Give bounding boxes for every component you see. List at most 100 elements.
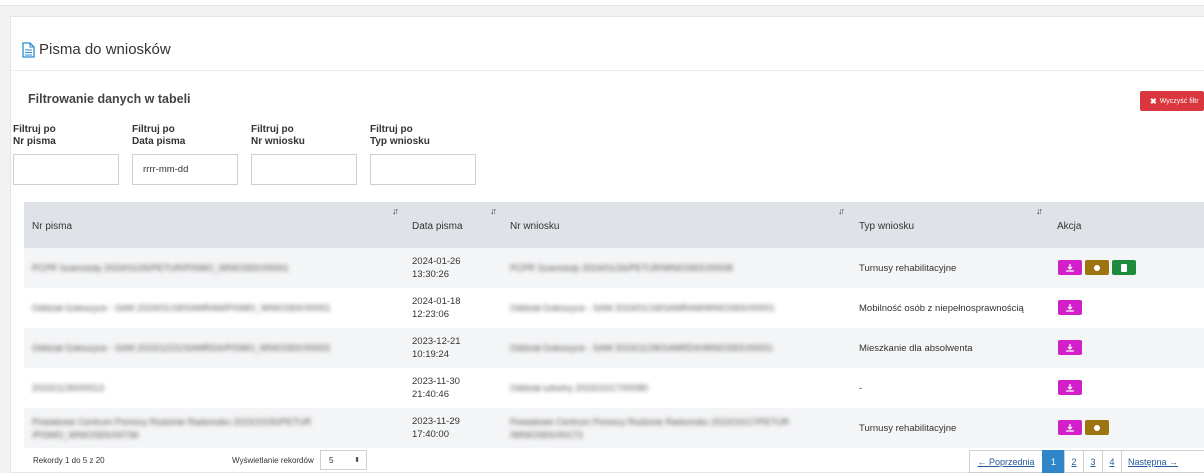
nr-wniosku-cell: Powiatowe Centrum Pomocy Rodzinie Radoms… (510, 416, 789, 442)
download-button[interactable] (1058, 300, 1082, 315)
letters-table: Nr pisma ↓↑ Data pisma ↓↑ Nr wniosku ↓↑ … (24, 202, 1204, 448)
nr-pisma-cell: Oddział Gołoszyce - SAM 2023/12/21/SAMRD… (32, 343, 330, 353)
close-icon: ✖ (1150, 96, 1157, 106)
date-value: 2023-11-29 (412, 416, 460, 427)
typ-wniosku-filter-input[interactable] (370, 154, 476, 185)
typ-wniosku-cell: Turnusy rehabilitacyjne (859, 263, 957, 274)
filter-label-line1: Filtruj po (13, 124, 56, 135)
table-row: PCPR Szamotuły 2024/01/26/PETUR/PISMO_WN… (24, 248, 1204, 288)
date-value: 2024-01-18 (412, 296, 461, 307)
sort-icon[interactable]: ↓↑ (1036, 206, 1043, 216)
nr-pisma-cell: Oddział Gołoszyce - SAM 2024/01/18/SAMRA… (32, 303, 331, 313)
filter-data-pisma: Filtruj po Data pisma rrrr-mm-dd (132, 124, 238, 185)
sort-icon[interactable]: ↓↑ (392, 206, 399, 216)
date-cell: 2023-12-21 10:19:24 (412, 335, 461, 361)
clear-filter-button[interactable]: ✖ Wyczyść filtr (1140, 91, 1204, 111)
nr-pisma-cell: 2023/11/30/00013 (32, 383, 104, 393)
per-page-value: 5 (329, 455, 334, 465)
time-value: 13:30:26 (412, 269, 449, 280)
filter-typ-wniosku: Filtruj po Typ wniosku (370, 124, 476, 185)
time-value: 17:40:00 (412, 429, 449, 440)
filter-nr-wniosku: Filtruj po Nr wniosku (251, 124, 357, 185)
typ-wniosku-cell: Mieszkanie dla absolwenta (859, 343, 973, 354)
status-button[interactable] (1085, 420, 1109, 435)
page-link-2[interactable]: 2 (1064, 450, 1083, 473)
column-header-data-pisma[interactable]: Data pisma (412, 221, 463, 232)
typ-wniosku-cell: Turnusy rehabilitacyjne (859, 423, 957, 434)
download-icon (1066, 303, 1074, 312)
date-cell: 2024-01-18 12:23:06 (412, 295, 461, 321)
download-icon (1066, 383, 1074, 392)
nr-wniosku-cell: Oddział szkolny 2023/10/17/00080 (510, 383, 649, 393)
pagination: ← Poprzednia 1 2 3 4 Następna → (969, 450, 1204, 473)
date-cell: 2023-11-30 21:40:46 (412, 375, 460, 401)
divider (11, 70, 1204, 71)
column-header-nr-wniosku[interactable]: Nr wniosku (510, 221, 559, 232)
filter-label-line2: Data pisma (132, 136, 186, 147)
nr-pisma-line1: Powiatowe Centrum Pomocy Rodzinie Radoms… (32, 417, 312, 427)
top-bar (0, 0, 1204, 6)
download-button[interactable] (1058, 340, 1082, 355)
nr-pisma-cell: Powiatowe Centrum Pomocy Rodzinie Radoms… (32, 416, 311, 442)
filter-label-line1: Filtruj po (370, 124, 413, 135)
next-page-link[interactable]: Następna → (1121, 450, 1204, 473)
date-value: 2023-12-21 (412, 336, 461, 347)
table-row: Oddział Gołoszyce - SAM 2024/01/18/SAMRA… (24, 288, 1204, 328)
panel-title-text: Pisma do wniosków (39, 41, 171, 58)
nr-wniosku-cell: Oddział Gołoszyce - SAM 2023/11/28/SAMRD… (510, 343, 773, 353)
filter-section-title: Filtrowanie danych w tabeli (28, 92, 191, 106)
nr-wniosku-cell: PCPR Szamotuły 2024/01/26/PETUR/WNIOSEK/… (510, 263, 733, 273)
page-link-4[interactable]: 4 (1102, 450, 1121, 473)
download-icon (1066, 263, 1074, 272)
date-value: 2023-11-30 (412, 376, 460, 387)
time-value: 10:19:24 (412, 349, 449, 360)
document-button[interactable] (1112, 260, 1136, 275)
nr-pisma-filter-input[interactable] (13, 154, 119, 185)
column-header-nr-pisma[interactable]: Nr pisma (32, 221, 72, 232)
page-link-1[interactable]: 1 (1042, 450, 1064, 473)
typ-wniosku-cell: Mobilność osób z niepełnosprawnością (859, 303, 1024, 314)
download-button[interactable] (1058, 260, 1082, 275)
page-link-3[interactable]: 3 (1083, 450, 1102, 473)
circle-icon (1094, 424, 1100, 431)
nr-pisma-cell: PCPR Szamotuły 2024/01/26/PETUR/PISMO_WN… (32, 263, 289, 273)
date-value: 2024-01-26 (412, 256, 461, 267)
date-cell: 2023-11-29 17:40:00 (412, 415, 460, 441)
download-icon (1066, 423, 1074, 432)
table-row: Powiatowe Centrum Pomocy Rodzinie Radoms… (24, 408, 1204, 448)
filter-label-line1: Filtruj po (132, 124, 175, 135)
clear-filter-label: Wyczyść filtr (1159, 97, 1199, 105)
filter-label-line1: Filtruj po (251, 124, 294, 135)
download-icon (1066, 343, 1074, 352)
panel-title: Pisma do wniosków (21, 41, 171, 58)
nr-pisma-line2: /PISMO_WNIOSEK/00736 (32, 430, 139, 440)
column-header-typ-wniosku[interactable]: Typ wniosku (859, 221, 914, 232)
select-arrows-icon: ⬍ (354, 457, 360, 464)
sort-icon[interactable]: ↓↑ (838, 206, 845, 216)
time-value: 12:23:06 (412, 309, 449, 320)
filter-label-line2: Typ wniosku (370, 136, 430, 147)
sort-icon[interactable]: ↓↑ (490, 206, 497, 216)
per-page-label: Wyświetlanie rekordów (232, 456, 314, 465)
table-row: Oddział Gołoszyce - SAM 2023/12/21/SAMRD… (24, 328, 1204, 368)
nr-wniosku-line1: Powiatowe Centrum Pomocy Rodzinie Radoms… (510, 417, 790, 427)
date-cell: 2024-01-26 13:30:26 (412, 255, 461, 281)
download-button[interactable] (1058, 420, 1082, 435)
filter-nr-pisma: Filtruj po Nr pisma (13, 124, 119, 185)
document-icon (21, 41, 35, 58)
status-button[interactable] (1085, 260, 1109, 275)
circle-icon (1094, 264, 1100, 271)
download-button[interactable] (1058, 380, 1082, 395)
time-value: 21:40:46 (412, 389, 449, 400)
table-row: 2023/11/30/00013 2023-11-30 21:40:46 Odd… (24, 368, 1204, 408)
per-page-select[interactable]: 5 ⬍ (320, 450, 367, 470)
nr-wniosku-line2: /WNIOSEK/00173 (510, 430, 583, 440)
file-icon (1121, 263, 1127, 272)
records-info: Rekordy 1 do 5 z 20 (33, 456, 105, 465)
filter-label-line2: Nr pisma (13, 136, 56, 147)
data-pisma-filter-input[interactable]: rrrr-mm-dd (132, 154, 238, 185)
prev-page-link[interactable]: ← Poprzednia (969, 450, 1042, 473)
column-header-akcja: Akcja (1057, 221, 1082, 232)
typ-wniosku-cell: - (859, 383, 863, 394)
nr-wniosku-filter-input[interactable] (251, 154, 357, 185)
